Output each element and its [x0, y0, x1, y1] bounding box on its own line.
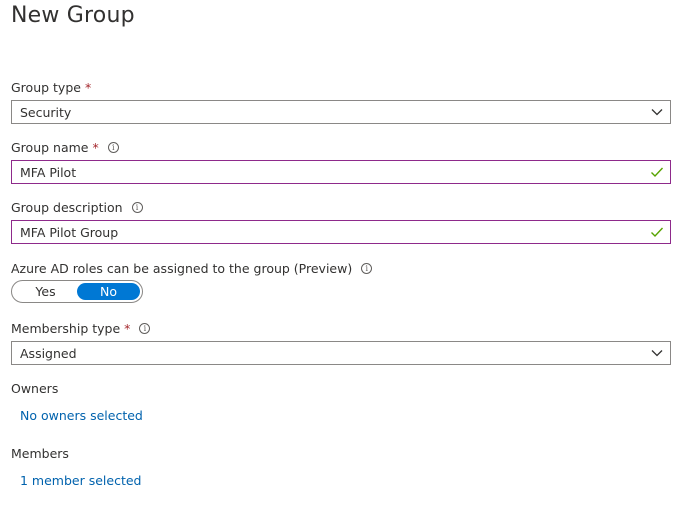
membership-type-label-text: Membership type: [11, 321, 121, 336]
chevron-down-icon: [651, 109, 663, 116]
group-name-input[interactable]: MFA Pilot: [11, 160, 671, 184]
required-marker: *: [92, 140, 99, 155]
info-icon[interactable]: i: [131, 202, 143, 213]
info-icon[interactable]: i: [107, 142, 119, 153]
members-link[interactable]: 1 member selected: [20, 473, 141, 488]
owners-label: Owners: [11, 381, 58, 396]
required-marker: *: [124, 321, 131, 336]
group-description-label-text: Group description: [11, 200, 123, 215]
info-icon[interactable]: i: [361, 263, 373, 274]
required-marker: *: [84, 80, 92, 95]
page-title: New Group: [11, 3, 135, 28]
toggle-option-no[interactable]: No: [77, 283, 140, 300]
membership-type-label: Membership type * i: [11, 321, 151, 336]
group-description-value: MFA Pilot Group: [20, 224, 119, 240]
azure-ad-roles-toggle[interactable]: Yes No: [11, 280, 143, 303]
membership-type-dropdown[interactable]: Assigned: [11, 341, 671, 365]
owners-link[interactable]: No owners selected: [20, 408, 143, 423]
chevron-down-icon: [651, 350, 663, 357]
checkmark-icon: [651, 167, 664, 178]
checkmark-icon: [651, 227, 664, 238]
group-name-value: MFA Pilot: [20, 164, 77, 180]
group-type-value: Security: [20, 104, 72, 120]
group-name-label: Group name * i: [11, 140, 119, 155]
azure-ad-roles-label: Azure AD roles can be assigned to the gr…: [11, 261, 373, 276]
group-type-dropdown[interactable]: Security: [11, 100, 671, 124]
group-description-label: Group description i: [11, 200, 143, 215]
group-type-label-text: Group type: [11, 80, 81, 95]
azure-ad-roles-label-text: Azure AD roles can be assigned to the gr…: [11, 261, 353, 276]
group-type-label: Group type *: [11, 80, 91, 95]
members-label-text: Members: [11, 446, 69, 461]
group-description-input[interactable]: MFA Pilot Group: [11, 220, 671, 244]
info-icon[interactable]: i: [139, 323, 151, 334]
membership-type-value: Assigned: [20, 345, 77, 361]
owners-label-text: Owners: [11, 381, 59, 396]
group-name-label-text: Group name: [11, 140, 89, 155]
members-label: Members: [11, 446, 69, 461]
toggle-option-yes[interactable]: Yes: [14, 283, 77, 300]
